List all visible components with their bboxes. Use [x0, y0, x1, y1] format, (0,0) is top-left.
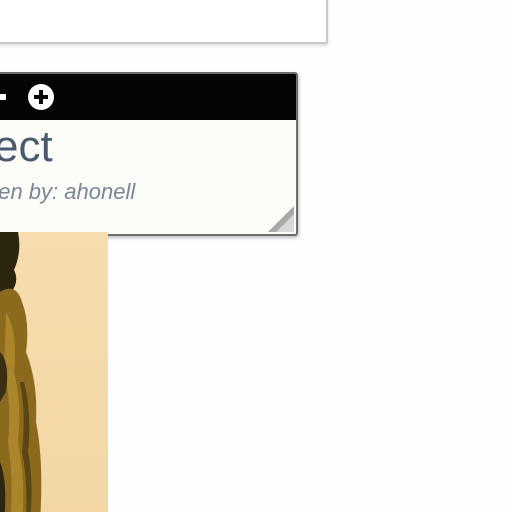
top-panel [0, 0, 328, 44]
card-title[interactable]: sect [0, 122, 53, 172]
person-in-robe-image [0, 232, 42, 512]
hood-shape [0, 232, 20, 298]
add-icon[interactable] [28, 84, 54, 110]
collapse-icon[interactable] [0, 94, 6, 100]
card-header [0, 74, 296, 120]
resize-handle-icon[interactable] [268, 206, 294, 232]
map-viewport[interactable]: sect tten by: ahonell [0, 0, 512, 512]
card-author: tten by: ahonell [0, 179, 136, 204]
photo-thumbnail[interactable] [0, 232, 108, 512]
info-card[interactable]: sect tten by: ahonell [0, 72, 298, 236]
